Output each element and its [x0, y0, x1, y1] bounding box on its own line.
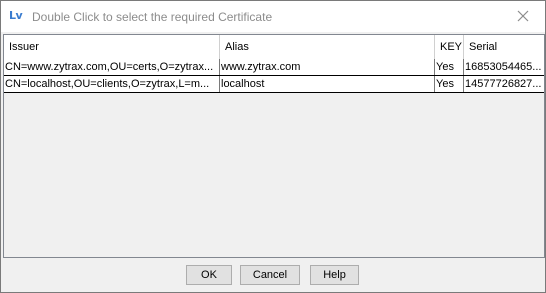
column-header-issuer[interactable]: Issuer — [4, 35, 220, 59]
table-header: Issuer Alias KEY Serial — [4, 35, 544, 60]
certificate-table[interactable]: Issuer Alias KEY Serial CN=www.zytrax.co… — [3, 34, 545, 258]
cell-issuer: CN=www.zytrax.com,OU=certs,O=zytrax... — [4, 59, 220, 75]
column-header-serial[interactable]: Serial — [464, 35, 544, 59]
help-button[interactable]: Help — [310, 265, 359, 285]
cell-issuer: CN=localhost,OU=clients,O=zytrax,L=m... — [4, 76, 220, 92]
cell-alias: www.zytrax.com — [220, 59, 435, 75]
column-header-alias[interactable]: Alias — [220, 35, 435, 59]
close-icon — [517, 10, 529, 22]
certificate-dialog: Lv Double Click to select the required C… — [0, 0, 546, 293]
cell-serial: 14577726827... — [465, 78, 542, 90]
cancel-button[interactable]: Cancel — [240, 265, 300, 285]
cell-serial: 16853054465... — [465, 61, 542, 73]
cell-key: Yes — [435, 76, 464, 92]
app-logo-icon: Lv — [9, 9, 23, 22]
table-row[interactable]: CN=www.zytrax.com,OU=certs,O=zytrax... w… — [4, 59, 544, 76]
title-bar: Lv Double Click to select the required C… — [1, 1, 545, 32]
close-button[interactable] — [501, 1, 545, 32]
dialog-title: Double Click to select the required Cert… — [32, 10, 273, 24]
cell-key: Yes — [435, 59, 464, 75]
table-row[interactable]: CN=localhost,OU=clients,O=zytrax,L=m... … — [4, 76, 544, 93]
column-header-key[interactable]: KEY — [435, 35, 464, 59]
ok-button[interactable]: OK — [186, 265, 232, 285]
cell-alias: localhost — [220, 76, 435, 92]
